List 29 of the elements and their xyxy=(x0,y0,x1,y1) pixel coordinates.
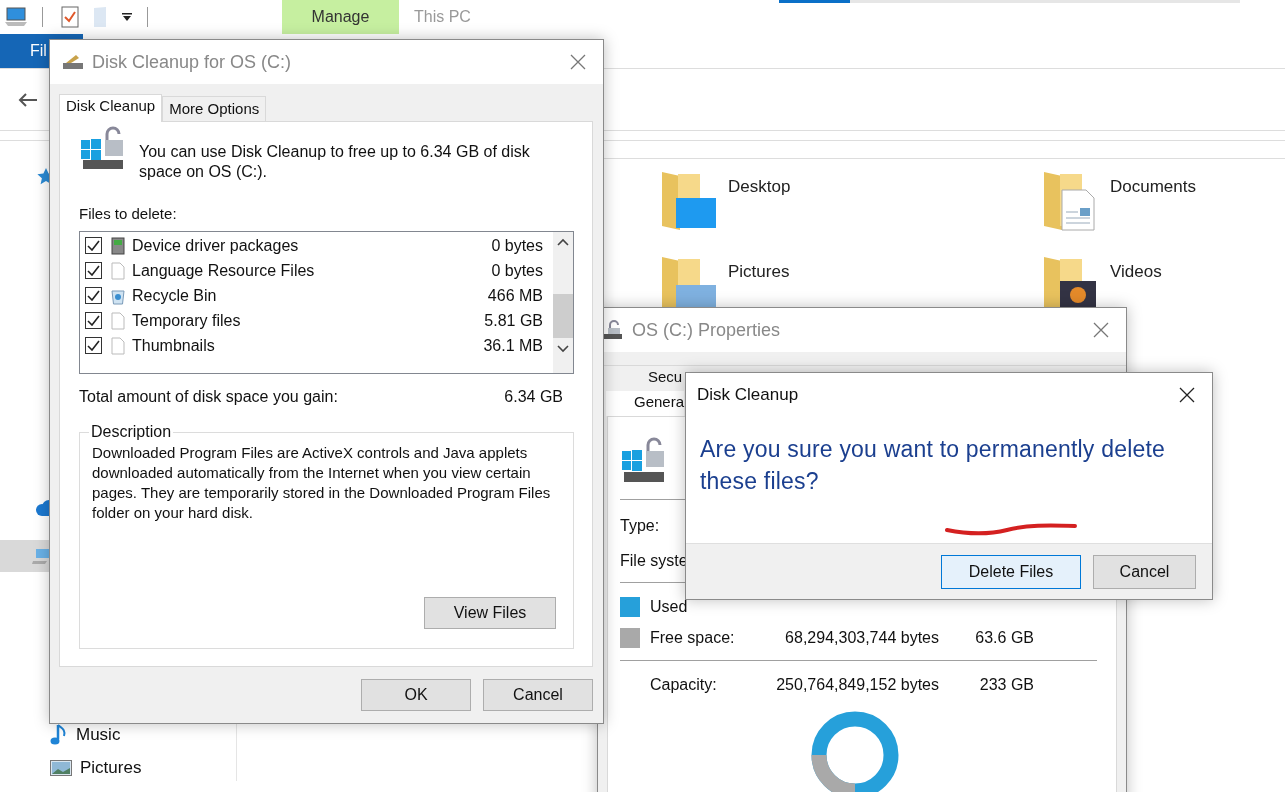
dialog-title: Disk Cleanup for OS (C:) xyxy=(92,51,292,73)
question-text: Are you sure you want to permanently delete these files? xyxy=(700,435,1167,496)
size-value: 233 GB xyxy=(979,676,1034,693)
file-size: 36.1 MB xyxy=(483,336,543,355)
file-size: 0 bytes xyxy=(491,261,543,280)
bytes-value: 250,764,849,152 bytes xyxy=(776,676,939,693)
total-label: Total amount of disk space you gain: xyxy=(79,388,338,406)
field-label: Type: xyxy=(620,517,661,535)
dialog-title: OS (C:) Properties xyxy=(632,319,781,341)
file-name: Device driver packages xyxy=(132,236,300,255)
file-size: 5.81 GB xyxy=(484,311,543,330)
capacity-label: Capacity: xyxy=(649,676,718,694)
group-label: Description xyxy=(90,423,173,441)
file-name: Recycle Bin xyxy=(132,286,218,305)
file-size: 0 bytes xyxy=(491,236,543,255)
bytes-value: 68,294,303,744 bytes xyxy=(785,629,939,646)
file-name: Language Resource Files xyxy=(132,261,316,280)
window-title: This PC xyxy=(414,8,471,26)
total-value: 6.34 GB xyxy=(504,388,563,406)
description-text: Downloaded Program Files are ActiveX controls and Java applets downloaded automatically from the Internet when you view certain pages. They are temporarily stored in the Downloaded Program Files folder on your hard disk. xyxy=(92,443,552,523)
legend-label: Free space: xyxy=(649,629,736,647)
legend-label: Used xyxy=(649,598,689,616)
size-value: 63.6 GB xyxy=(975,629,1034,646)
dialog-title: Disk Cleanup xyxy=(697,385,799,405)
intro-text: You can use Disk Cleanup to free up to 6.34 GB of disk space on OS (C:). xyxy=(139,142,531,182)
file-name: Temporary files xyxy=(132,311,242,330)
file-size: 466 MB xyxy=(487,286,543,305)
file-name: Thumbnails xyxy=(132,336,216,355)
files-label: Files to delete: xyxy=(79,205,178,222)
